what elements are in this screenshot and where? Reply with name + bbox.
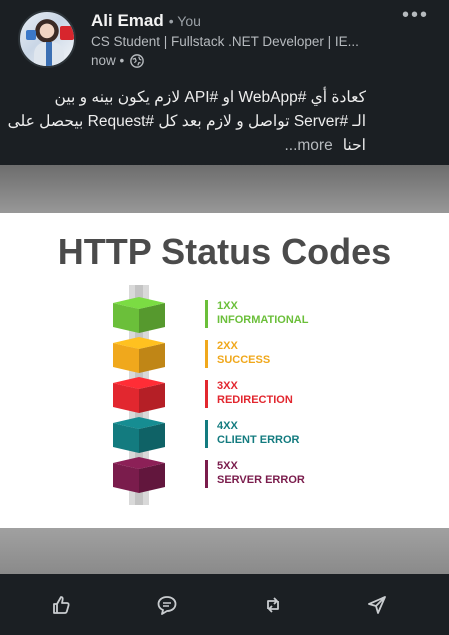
http-status-image: HTTP Status Codes 1XX INFORMATIONAL 2XX SUC… [0,213,449,528]
post-actions [0,575,449,635]
author-name[interactable]: Ali Emad [91,11,164,31]
like-icon[interactable] [49,593,73,617]
repost-icon[interactable] [261,593,285,617]
status-cube [113,457,165,493]
globe-icon [130,53,145,68]
status-label: 2XX SUCCESS [205,340,270,368]
more-options-icon[interactable]: ••• [402,4,429,27]
status-code: 2XX [217,340,238,352]
send-icon[interactable] [365,593,389,617]
post-time: now • [91,53,125,68]
status-cube [113,337,165,373]
status-label: 5XX SERVER ERROR [205,460,305,488]
post-text: كعادة أي #WebApp او #API لازم يكون بينه … [7,86,436,158]
status-label: 1XX INFORMATIONAL [205,300,308,328]
status-code: 3XX [217,380,238,392]
status-label: 4XX CLIENT ERROR [205,420,300,448]
post-text-line: كعادة أي #WebApp او #API لازم يكون بينه … [54,89,366,106]
status-label: 3XX REDIRECTION [205,380,293,408]
status-description: REDIRECTION [217,394,293,406]
status-code: 4XX [217,420,238,432]
post-text-line: احنا [342,137,366,154]
see-more-link[interactable]: ...more [284,134,332,158]
status-description: SUCCESS [217,354,271,366]
you-badge: • You [168,13,201,29]
feed-post: Ali Emad • You CS Student | Fullstack .N… [0,0,449,635]
image-title: HTTP Status Codes [57,231,392,272]
post-meta: now • [91,53,145,68]
post-text-line: الـ #Server تواصل و لازم بعد كل #Request… [7,113,366,130]
status-cube [113,417,165,453]
post-media[interactable]: HTTP Status Codes 1XX INFORMATIONAL 2XX SUC… [0,165,449,574]
status-code: 5XX [217,460,238,472]
comment-icon[interactable] [155,593,179,617]
author-headline: CS Student | Fullstack .NET Developer | … [91,34,359,49]
status-description: INFORMATIONAL [217,314,309,326]
post-header: Ali Emad • You CS Student | Fullstack .N… [0,0,449,80]
status-cube [113,297,165,333]
status-description: CLIENT ERROR [217,434,300,446]
status-tower-graphic [113,285,165,505]
status-code: 1XX [217,300,238,312]
status-cube [113,377,165,413]
author-avatar[interactable] [18,10,76,68]
status-description: SERVER ERROR [217,474,305,486]
